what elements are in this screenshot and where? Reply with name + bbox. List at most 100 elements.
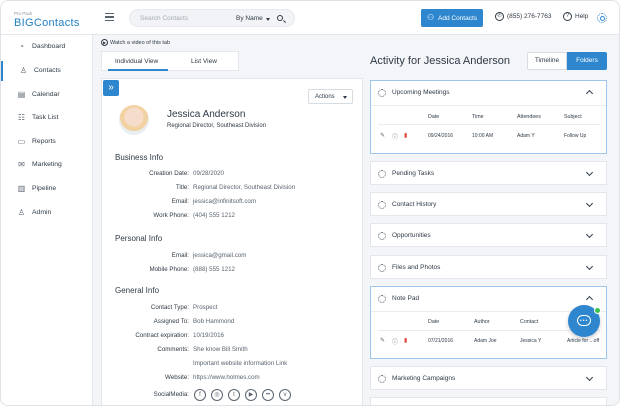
column-header: Date: [428, 319, 440, 325]
sidebar-item-label: Task List: [32, 114, 59, 121]
video-link[interactable]: ▶ Watch a video of this tab: [101, 39, 170, 46]
active-tab-indicator: [108, 69, 168, 71]
trash-icon[interactable]: ▮: [404, 337, 407, 344]
website-label: Website:: [165, 374, 189, 381]
column-header: Author: [474, 319, 490, 325]
chevron-up-icon[interactable]: [585, 295, 594, 304]
search-input[interactable]: Search Contacts: [140, 15, 188, 22]
gear-icon[interactable]: [597, 13, 607, 23]
help-link[interactable]: ? Help: [563, 12, 588, 21]
personal-email-label: Email:: [171, 252, 189, 259]
sidebar-item-task-list[interactable]: ☷ Task List: [1, 108, 93, 128]
personal-email-value[interactable]: jessica@gmail.com: [193, 252, 246, 259]
info-icon[interactable]: ⓘ: [392, 337, 398, 346]
sidebar-item-pipeline[interactable]: ▥ Pipeline: [1, 179, 93, 199]
work-phone-value[interactable]: (404) 555 1212: [193, 212, 235, 219]
chat-dots: •••: [580, 318, 589, 324]
sidebar-item-reports[interactable]: ▭ Reports: [1, 132, 93, 152]
divider: [378, 124, 600, 125]
actions-dropdown[interactable]: Actions: [308, 89, 353, 104]
pending-tasks-panel[interactable]: Pending Tasks: [370, 161, 607, 185]
website-value[interactable]: https://www.holmes.com: [193, 374, 260, 381]
column-header: Time: [472, 114, 484, 120]
table-cell: Follow Up: [564, 133, 587, 139]
tasklist-icon: ☷: [17, 113, 26, 122]
personal-info-heading: Personal Info: [115, 234, 163, 243]
online-indicator: [594, 307, 601, 314]
general-info-heading: General Info: [115, 286, 160, 295]
video-link-label: Watch a video of this tab: [110, 39, 171, 46]
info-icon[interactable]: ⓘ: [392, 132, 398, 141]
chat-button[interactable]: •••: [568, 305, 601, 337]
twitter-icon[interactable]: t: [228, 389, 240, 401]
assigned-to-value: Bob Hammond: [193, 318, 235, 325]
email-value[interactable]: jessica@infinitsoft.com: [193, 198, 256, 205]
sidebar-item-contacts[interactable]: ♙ Contacts: [1, 61, 93, 81]
search-mode-select[interactable]: By Name: [236, 15, 263, 22]
opportunities-panel[interactable]: Opportunities: [370, 223, 607, 247]
chevron-down-icon[interactable]: [266, 18, 270, 21]
facebook-icon[interactable]: f: [194, 389, 206, 401]
chevron-down-icon[interactable]: [585, 230, 594, 239]
search-bar[interactable]: Search Contacts By Name: [129, 9, 295, 27]
chevron-down-icon[interactable]: [585, 168, 594, 177]
youtube-icon[interactable]: ▶: [245, 389, 257, 401]
edit-icon[interactable]: ✎: [380, 337, 385, 344]
gear-icon: [378, 232, 386, 240]
add-contacts-label: Add Contacts: [438, 14, 478, 22]
contact-history-panel[interactable]: Contact History: [370, 192, 607, 216]
vimeo-icon[interactable]: v: [279, 389, 291, 401]
sidebar-item-calendar[interactable]: ▤ Calendar: [1, 85, 93, 105]
divider: [378, 330, 600, 331]
admin-icon: ♙: [17, 208, 26, 217]
view-tabs: Individual View List View: [101, 51, 239, 71]
files-photos-panel[interactable]: Files and Photos: [370, 255, 607, 279]
logo-subtitle: Pro Pack: [14, 11, 33, 16]
sidebar-item-dashboard[interactable]: ◔ Dashboard: [1, 37, 93, 57]
chevron-down-icon[interactable]: [585, 199, 594, 208]
panel-title: Files and Photos: [392, 264, 441, 271]
add-contacts-button[interactable]: ⚇ Add Contacts: [421, 9, 483, 27]
folders-button[interactable]: Folders: [567, 52, 607, 70]
flickr-icon[interactable]: ••: [262, 389, 274, 401]
logo[interactable]: BIGContacts: [14, 17, 80, 29]
avatar: [119, 105, 149, 135]
panel-title: Marketing Campaigns: [392, 375, 456, 382]
mail-icon: ✉: [18, 160, 25, 169]
gear-icon: [378, 89, 386, 97]
comments-line-2[interactable]: Important website information Link: [193, 360, 287, 367]
panel-title: Contact History: [392, 201, 437, 208]
creation-date-label: Creation Date:: [149, 170, 189, 177]
contract-expiration-value: 10/19/2016: [193, 332, 224, 339]
table-cell: Article for ...off: [567, 338, 600, 344]
chevron-up-icon[interactable]: [585, 89, 594, 98]
chevron-down-icon[interactable]: [585, 373, 594, 382]
tab-individual-view[interactable]: Individual View: [115, 58, 158, 65]
table-cell: Adam Joe: [474, 338, 497, 344]
panel-title: Opportunities: [392, 232, 431, 239]
phone-number: (855) 276-7763: [507, 13, 552, 21]
tab-list-view[interactable]: List View: [191, 58, 217, 65]
gear-icon: [378, 295, 386, 303]
expand-icon[interactable]: »: [103, 80, 119, 96]
sidebar-item-label: Pipeline: [32, 185, 57, 192]
search-icon[interactable]: [277, 15, 283, 21]
column-header: Date: [428, 114, 440, 120]
timeline-button[interactable]: Timeline: [527, 52, 567, 70]
phone-link[interactable]: ✆ (855) 276-7763: [495, 12, 551, 21]
play-icon: ▶: [101, 39, 108, 46]
help-label: Help: [575, 13, 589, 21]
menu-icon[interactable]: [105, 13, 114, 21]
gauge-icon: ◔: [19, 42, 24, 51]
trash-icon[interactable]: ▮: [404, 132, 407, 139]
pipeline-icon: ▥: [17, 184, 26, 193]
instagram-icon[interactable]: ◎: [211, 389, 223, 401]
edit-icon[interactable]: ✎: [380, 132, 385, 139]
comments-label: Comments:: [157, 346, 189, 353]
chevron-down-icon[interactable]: [585, 262, 594, 271]
sidebar-item-marketing[interactable]: ✉ Marketing: [1, 155, 93, 175]
marketing-campaigns-panel[interactable]: Marketing Campaigns: [370, 366, 607, 390]
contact-role: Regional Director, Southeast Division: [167, 123, 267, 129]
sidebar-item-admin[interactable]: ♙ Admin: [1, 203, 93, 223]
mobile-phone-value[interactable]: (888) 555 1212: [193, 266, 235, 273]
